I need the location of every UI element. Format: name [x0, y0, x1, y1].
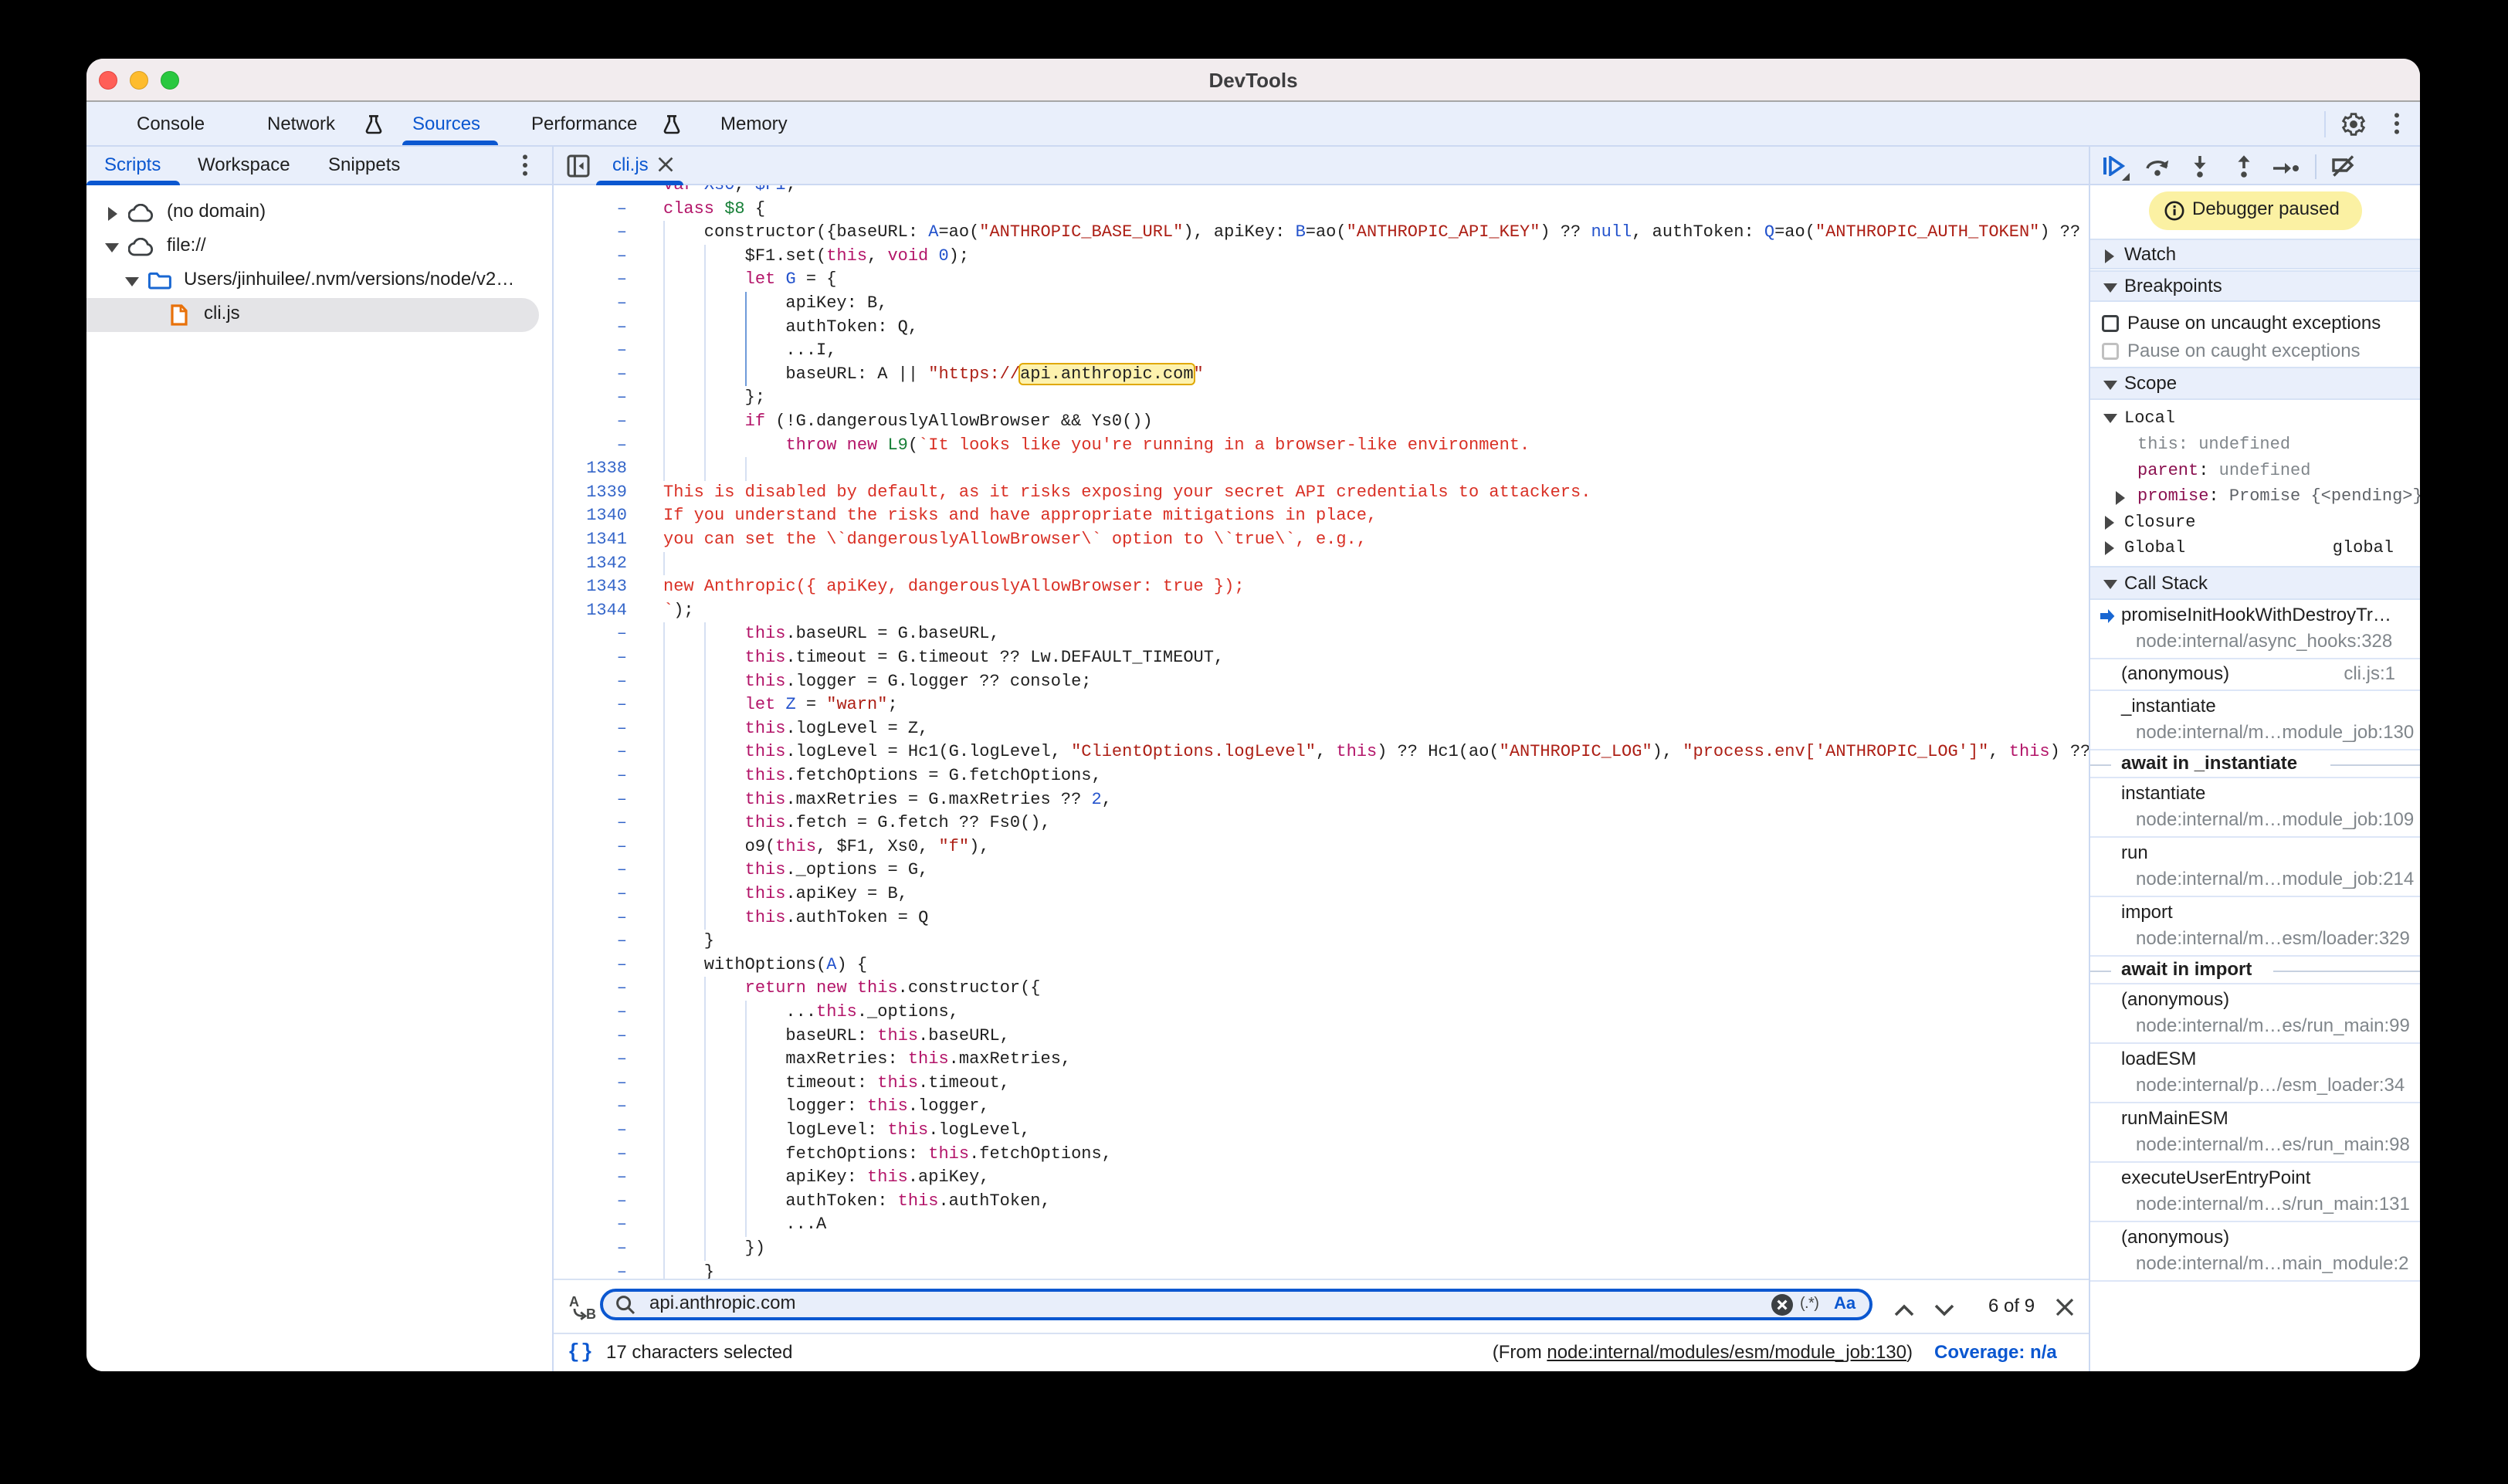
svg-text:A: A — [569, 1294, 579, 1310]
svg-text:B: B — [586, 1306, 596, 1320]
